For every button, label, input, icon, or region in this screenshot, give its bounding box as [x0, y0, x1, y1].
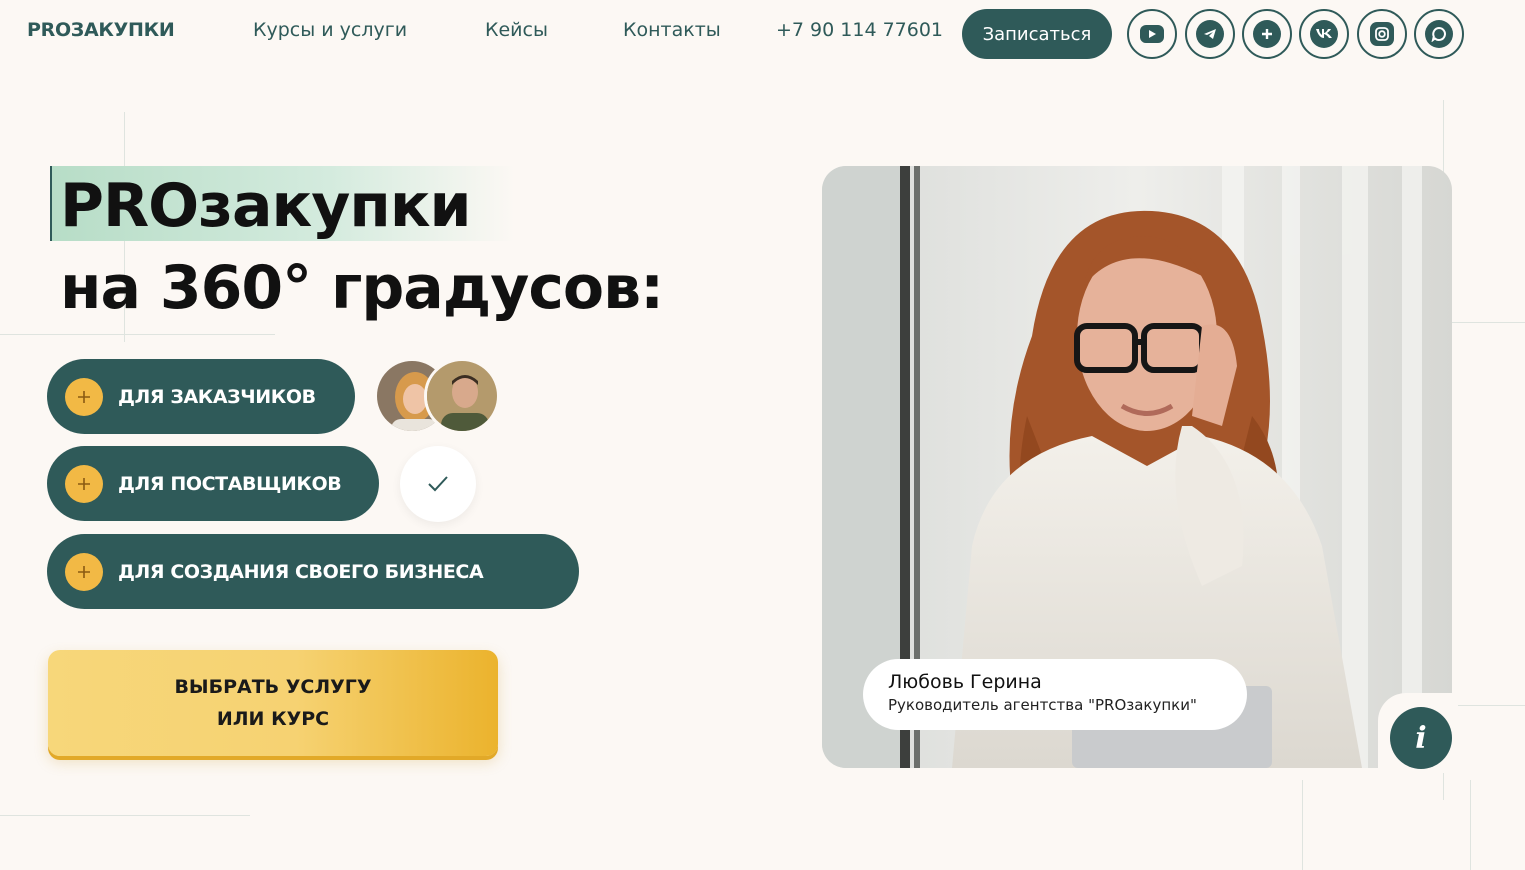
guide-line — [0, 815, 250, 816]
guide-line — [0, 334, 275, 335]
guide-line — [1452, 322, 1525, 323]
pill-label: ДЛЯ ЗАКАЗЧИКОВ — [118, 385, 316, 408]
nav-cases[interactable]: Кейсы — [485, 19, 548, 41]
pill-business[interactable]: ДЛЯ СОЗДАНИЯ СВОЕГО БИЗНЕСА — [47, 534, 579, 609]
rutube-button[interactable] — [1242, 9, 1292, 59]
person-caption: Любовь Герина Руководитель агентства "PR… — [863, 659, 1247, 730]
chat-button[interactable] — [1414, 9, 1464, 59]
chat-icon — [1425, 20, 1453, 48]
logo[interactable]: PROЗАКУПКИ — [27, 19, 175, 41]
choose-service-button[interactable]: ВЫБРАТЬ УСЛУГУ ИЛИ КУРС — [48, 650, 498, 756]
pill-label: ДЛЯ ПОСТАВЩИКОВ — [118, 472, 342, 495]
vk-button[interactable] — [1299, 9, 1349, 59]
telegram-icon — [1196, 20, 1224, 48]
hero-title-line2: на 360° градусов: — [60, 253, 664, 323]
cta-line2: ИЛИ КУРС — [216, 708, 330, 730]
guide-line — [1452, 705, 1525, 706]
instagram-icon — [1370, 22, 1394, 46]
phone-link[interactable]: +7 90 114 77601 — [776, 19, 943, 41]
cta-line1: ВЫБРАТЬ УСЛУГУ — [174, 676, 372, 698]
telegram-button[interactable] — [1185, 9, 1235, 59]
youtube-icon — [1140, 25, 1164, 43]
guide-line — [1302, 780, 1303, 870]
youtube-button[interactable] — [1127, 9, 1177, 59]
info-button[interactable]: i — [1390, 707, 1452, 769]
nav-courses[interactable]: Курсы и услуги — [253, 19, 407, 41]
plus-icon — [65, 377, 103, 416]
hero-title-line1: PROзакупки — [60, 171, 472, 241]
avatar — [424, 358, 500, 434]
rutube-icon — [1253, 20, 1281, 48]
instagram-button[interactable] — [1357, 9, 1407, 59]
guide-line — [1470, 780, 1471, 870]
person-name: Любовь Герина — [888, 671, 1042, 693]
vk-icon — [1310, 20, 1338, 48]
person-role: Руководитель агентства "PROзакупки" — [888, 696, 1197, 714]
pill-customers[interactable]: ДЛЯ ЗАКАЗЧИКОВ — [47, 359, 355, 434]
nav-contacts[interactable]: Контакты — [623, 19, 721, 41]
pill-label: ДЛЯ СОЗДАНИЯ СВОЕГО БИЗНЕСА — [118, 560, 484, 583]
check-badge — [400, 446, 476, 522]
check-icon — [428, 476, 448, 492]
plus-icon — [65, 464, 103, 503]
signup-button[interactable]: Записаться — [962, 9, 1112, 59]
plus-icon — [65, 552, 103, 591]
pill-suppliers[interactable]: ДЛЯ ПОСТАВЩИКОВ — [47, 446, 379, 521]
